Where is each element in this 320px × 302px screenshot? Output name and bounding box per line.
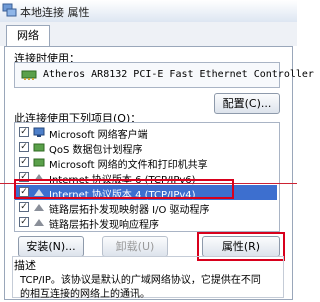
list-item-label: Microsoft 网络的文件和打印机共享 [49,160,208,171]
uninstall-button: 卸载(U) [102,236,168,257]
list-item-label: 链路层拓扑发现响应程序 [49,220,159,231]
protocol-icon [34,219,44,226]
adapter-name: Atheros AR8132 PCI-E Fast Ethernet Contr… [43,69,314,80]
list-item[interactable]: ✓ QoS 数据包计划程序 [15,140,277,156]
network-connection-icon [2,3,17,17]
list-item-label: Microsoft 网络客户端 [49,130,148,141]
adapter-field: Atheros AR8132 PCI-E Fast Ethernet Contr… [14,62,314,88]
description-text-line1: TCP/IP。该协议是默认的广域网络协议，它提供在不同 [20,275,261,286]
list-item[interactable]: ✓ 链路层拓扑发现映射器 I/O 驱动程序 [15,200,277,216]
checkbox[interactable]: ✓ [19,202,29,212]
qos-icon [33,143,45,152]
checkbox[interactable]: ✓ [19,127,29,137]
list-item-label: QoS 数据包计划程序 [49,145,143,156]
description-text-line2: 的相互连接的网络上的通讯。 [20,289,150,300]
tab-strip: 网络 [0,22,297,46]
protocol-icon [34,204,44,211]
tab-network[interactable]: 网络 [6,25,50,46]
list-item-label: 链路层拓扑发现映射器 I/O 驱动程序 [49,205,210,216]
install-button[interactable]: 安装(N)... [18,236,84,257]
list-item[interactable]: ✓ Microsoft 网络客户端 [15,125,277,141]
network-client-icon [33,127,45,137]
list-item[interactable]: ✓ 链路层拓扑发现响应程序 [15,215,277,231]
ipv4-highlight-box [14,179,234,199]
checkbox[interactable]: ✓ [19,142,29,152]
checkbox[interactable]: ✓ [19,157,29,167]
configure-button[interactable]: 配置(C)... [214,93,280,114]
checkbox[interactable]: ✓ [19,217,29,227]
network-adapter-icon [21,70,37,80]
list-item[interactable]: ✓ Microsoft 网络的文件和打印机共享 [15,155,277,171]
components-list[interactable]: ✓ Microsoft 网络客户端 ✓ QoS 数据包计划程序 ✓ Micros… [14,122,280,232]
file-share-icon [33,158,45,167]
window-title: 本地连接 属性 [20,6,90,19]
title-bar: 本地连接 属性 [0,0,297,23]
